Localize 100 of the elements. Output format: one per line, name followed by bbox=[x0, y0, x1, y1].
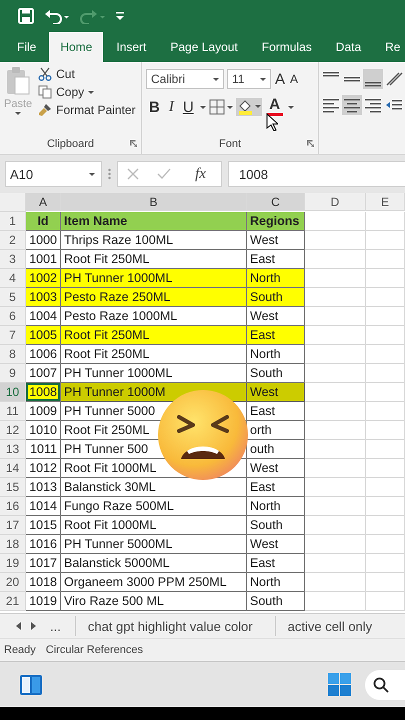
font-color-button[interactable]: A bbox=[264, 98, 285, 116]
table-cell: Root Fit 250ML bbox=[61, 326, 247, 345]
table-cell: Viro Raze 500 ML bbox=[61, 592, 247, 611]
bold-button[interactable]: B bbox=[146, 98, 163, 116]
row-header[interactable]: 20 bbox=[0, 573, 26, 592]
status-text: Ready bbox=[4, 644, 36, 656]
table-cell: West bbox=[247, 459, 305, 478]
table-cell: South bbox=[247, 516, 305, 535]
table-cell: South bbox=[247, 592, 305, 611]
row-header[interactable]: 3 bbox=[0, 250, 26, 269]
format-painter-button[interactable]: Format Painter bbox=[36, 102, 138, 118]
row-header[interactable]: 19 bbox=[0, 554, 26, 573]
table-cell: 1016 bbox=[26, 535, 61, 554]
row-header[interactable]: 2 bbox=[0, 231, 26, 250]
table-cell: PH Tunner 1000ML bbox=[61, 269, 247, 288]
table-cell: PH Tunner 5000ML bbox=[61, 535, 247, 554]
row-header[interactable]: 6 bbox=[0, 307, 26, 326]
copy-button[interactable]: Copy bbox=[36, 84, 138, 100]
group-label: Clipboard bbox=[46, 138, 94, 150]
table-cell: 1014 bbox=[26, 497, 61, 516]
row-header[interactable]: 12 bbox=[0, 421, 26, 440]
italic-button[interactable]: I bbox=[166, 98, 177, 116]
table-cell: East bbox=[247, 402, 305, 421]
table-cell: 1017 bbox=[26, 554, 61, 573]
table-cell: East bbox=[247, 554, 305, 573]
column-title: Regions bbox=[247, 212, 305, 231]
status-text: Circular References bbox=[46, 644, 143, 656]
column-title: Item Name bbox=[61, 212, 247, 231]
more-sheets-button[interactable]: ... bbox=[46, 616, 65, 636]
table-cell: South bbox=[247, 288, 305, 307]
row-header[interactable]: 18 bbox=[0, 535, 26, 554]
table-cell: Balanstick 5000ML bbox=[61, 554, 247, 573]
font-size-dropdown[interactable]: 11 bbox=[227, 69, 271, 89]
ribbon-tab[interactable]: Home bbox=[49, 32, 104, 62]
row-header[interactable]: 16 bbox=[0, 497, 26, 516]
column-title: Id bbox=[26, 212, 61, 231]
row-header[interactable]: 8 bbox=[0, 345, 26, 364]
column-header[interactable]: A bbox=[26, 193, 61, 211]
row-header[interactable]: 10 bbox=[0, 383, 26, 402]
sheet-tab[interactable]: chat gpt highlight value color bbox=[74, 616, 265, 636]
table-cell: 1008 bbox=[26, 383, 61, 402]
ribbon-tab[interactable]: Re bbox=[374, 32, 405, 62]
ribbon-tab[interactable]: Formulas bbox=[250, 32, 323, 62]
table-cell: 1006 bbox=[26, 345, 61, 364]
row-header[interactable]: 15 bbox=[0, 478, 26, 497]
column-header[interactable]: C bbox=[247, 193, 305, 211]
table-cell: North bbox=[247, 345, 305, 364]
table-cell: West bbox=[247, 535, 305, 554]
table-cell: Organeem 3000 PPM 250ML bbox=[61, 573, 247, 592]
ribbon-tab[interactable]: Data bbox=[324, 32, 372, 62]
row-header[interactable]: 9 bbox=[0, 364, 26, 383]
name-box[interactable]: A10 bbox=[5, 161, 102, 187]
table-cell: 1010 bbox=[26, 421, 61, 440]
row-header[interactable]: 4 bbox=[0, 269, 26, 288]
row-header[interactable]: 13 bbox=[0, 440, 26, 459]
table-cell: Fungo Raze 500ML bbox=[61, 497, 247, 516]
table-cell: 1003 bbox=[26, 288, 61, 307]
cut-button[interactable]: Cut bbox=[36, 66, 138, 82]
row-header[interactable]: 7 bbox=[0, 326, 26, 345]
table-cell: 1013 bbox=[26, 478, 61, 497]
table-cell: 1015 bbox=[26, 516, 61, 535]
table-cell: East bbox=[247, 478, 305, 497]
increase-font-size-button[interactable]: A bbox=[274, 70, 286, 88]
table-cell: Pesto Raze 250ML bbox=[61, 288, 247, 307]
table-cell: 1005 bbox=[26, 326, 61, 345]
row-header[interactable]: 21 bbox=[0, 592, 26, 611]
decrease-font-size-button[interactable]: A bbox=[289, 72, 300, 86]
table-cell: 1002 bbox=[26, 269, 61, 288]
row-header[interactable]: 11 bbox=[0, 402, 26, 421]
table-cell: 1019 bbox=[26, 592, 61, 611]
row-header[interactable]: 14 bbox=[0, 459, 26, 478]
table-cell: Root Fit 250ML bbox=[61, 345, 247, 364]
table-cell: North bbox=[247, 497, 305, 516]
table-cell: 1012 bbox=[26, 459, 61, 478]
table-cell: East bbox=[247, 326, 305, 345]
table-cell: 1011 bbox=[26, 440, 61, 459]
column-header[interactable]: D bbox=[305, 193, 366, 211]
row-header[interactable]: 1 bbox=[0, 212, 26, 231]
table-cell: 1009 bbox=[26, 402, 61, 421]
row-header[interactable]: 5 bbox=[0, 288, 26, 307]
table-cell: North bbox=[247, 573, 305, 592]
sheet-tab[interactable]: active cell only bbox=[274, 616, 384, 636]
ribbon-tab[interactable]: Insert bbox=[105, 32, 158, 62]
ribbon-tab[interactable]: Page Layout bbox=[159, 32, 249, 62]
row-header[interactable]: 17 bbox=[0, 516, 26, 535]
underline-button[interactable]: U bbox=[180, 98, 197, 116]
formula-input[interactable]: 1008 bbox=[228, 161, 405, 187]
table-cell: 1018 bbox=[26, 573, 61, 592]
insert-function-button[interactable]: fx bbox=[189, 164, 212, 184]
font-name-dropdown[interactable]: Calibri bbox=[146, 69, 224, 89]
table-cell: Thrips Raze 100ML bbox=[61, 231, 247, 250]
ribbon-tab[interactable]: File bbox=[6, 32, 48, 62]
table-cell: Root Fit 1000ML bbox=[61, 516, 247, 535]
table-cell: 1000 bbox=[26, 231, 61, 250]
table-cell: North bbox=[247, 269, 305, 288]
column-header[interactable]: B bbox=[61, 193, 247, 211]
table-cell: West bbox=[247, 231, 305, 250]
table-cell: West bbox=[247, 383, 305, 402]
group-label: Font bbox=[218, 138, 241, 150]
column-header[interactable]: E bbox=[366, 193, 405, 211]
